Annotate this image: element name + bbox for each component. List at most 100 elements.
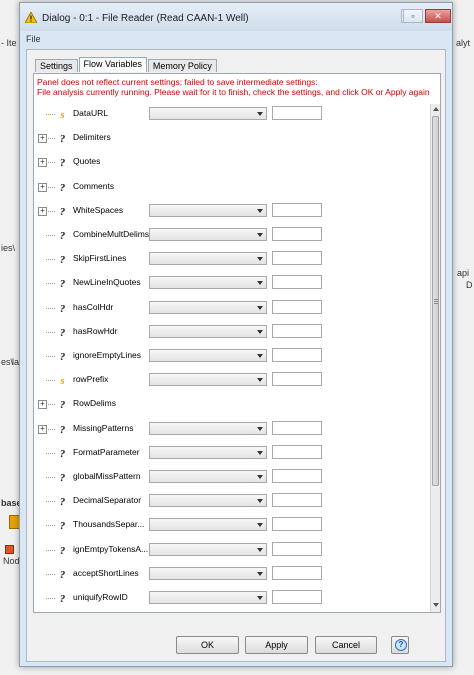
- flow-variable-row: ? globalMissPattern: [34, 467, 429, 487]
- flow-variable-label: hasColHdr: [73, 301, 114, 312]
- background-text: api: [457, 268, 470, 278]
- tab-memory-policy[interactable]: Memory Policy: [147, 59, 217, 72]
- flow-variable-row: ? uniquifyRowID: [34, 588, 429, 608]
- unknown-type-icon: ?: [60, 593, 66, 605]
- variable-select[interactable]: [149, 494, 267, 508]
- variable-select[interactable]: [149, 445, 267, 459]
- flow-variable-row: ? FormatParameter: [34, 443, 429, 463]
- exposed-variable-field[interactable]: [272, 323, 322, 338]
- svg-text:?: ?: [60, 351, 66, 363]
- scroll-up-arrow-icon[interactable]: [433, 107, 439, 111]
- flow-variable-label: MissingPatterns: [73, 422, 134, 433]
- window-title: Dialog - 0:1 - File Reader (Read CAAN-1 …: [42, 13, 249, 24]
- tab-flow-variables[interactable]: Flow Variables: [78, 57, 147, 72]
- unknown-type-icon: ?: [60, 520, 66, 532]
- svg-text:s: s: [59, 375, 64, 387]
- help-button[interactable]: ?: [391, 636, 409, 654]
- variable-select[interactable]: [149, 324, 267, 338]
- exposed-variable-field[interactable]: [272, 251, 322, 266]
- variable-select[interactable]: [149, 349, 267, 362]
- variable-select[interactable]: [149, 203, 267, 217]
- menu-file[interactable]: File: [26, 34, 41, 44]
- exposed-variable-field[interactable]: [272, 469, 322, 483]
- file-reader-dialog: Dialog - 0:1 - File Reader (Read CAAN-1 …: [19, 2, 453, 667]
- exposed-variable-field[interactable]: [272, 202, 322, 217]
- unknown-type-icon: ?: [60, 157, 66, 169]
- exposed-variable-field[interactable]: [272, 517, 322, 532]
- restore-button[interactable]: ▫: [403, 9, 423, 23]
- tree-connector: [46, 235, 55, 236]
- variable-select[interactable]: [149, 300, 267, 314]
- svg-text:?: ?: [60, 230, 66, 242]
- tab-settings[interactable]: Settings: [35, 59, 78, 72]
- svg-text:?: ?: [60, 206, 66, 218]
- close-button[interactable]: ✕: [425, 9, 451, 23]
- flow-variable-label: hasRowHdr: [73, 325, 118, 336]
- title-bar[interactable]: Dialog - 0:1 - File Reader (Read CAAN-1 …: [20, 3, 452, 31]
- variable-select[interactable]: [149, 228, 267, 241]
- flow-variable-label: ignoreEmptyLines: [73, 350, 142, 360]
- exposed-variable-field[interactable]: [272, 590, 322, 604]
- flow-variable-row: s rowPrefix: [34, 370, 429, 390]
- warning-icon: [25, 12, 37, 23]
- exposed-variable-field[interactable]: [272, 348, 322, 362]
- cancel-button[interactable]: Cancel: [315, 636, 377, 654]
- variable-select[interactable]: [149, 276, 267, 290]
- flow-variable-label: ignEmtpyTokensA...: [73, 543, 149, 554]
- vertical-scrollbar[interactable]: [430, 104, 440, 612]
- scrollbar-thumb[interactable]: [432, 116, 439, 486]
- flow-variable-row: ? ignoreEmptyLines: [34, 346, 429, 366]
- tree-connector: [46, 283, 55, 285]
- svg-text:?: ?: [60, 157, 66, 169]
- scroll-down-arrow-icon[interactable]: [433, 603, 439, 607]
- ok-button[interactable]: OK: [176, 636, 239, 654]
- variable-select[interactable]: [149, 252, 267, 266]
- chevron-down-icon: [257, 257, 263, 262]
- tab-bar: Settings Flow Variables Memory Policy: [35, 57, 218, 73]
- exposed-variable-field[interactable]: [272, 565, 322, 580]
- tree-connector: [46, 162, 55, 164]
- chevron-down-icon: [257, 281, 263, 286]
- exposed-variable-field[interactable]: [272, 299, 322, 314]
- variable-select[interactable]: [149, 542, 267, 556]
- exposed-variable-field[interactable]: [272, 420, 322, 435]
- apply-button[interactable]: Apply: [245, 636, 308, 654]
- flow-variable-row: ? acceptShortLines: [34, 564, 429, 584]
- exposed-variable-field[interactable]: [272, 372, 322, 387]
- unknown-type-icon: ?: [60, 351, 66, 363]
- exposed-variable-field[interactable]: [272, 227, 322, 241]
- flow-variable-label: DecimalSeparator: [73, 495, 142, 506]
- unknown-type-icon: ?: [60, 472, 66, 484]
- exposed-variable-field[interactable]: [272, 106, 322, 120]
- tree-connector: [46, 404, 55, 406]
- variable-select[interactable]: [149, 107, 267, 120]
- svg-text:?: ?: [60, 133, 66, 145]
- variable-select[interactable]: [149, 470, 267, 483]
- tree-connector: [46, 186, 55, 188]
- tree-connector: [46, 428, 55, 430]
- variable-select[interactable]: [149, 591, 267, 604]
- exposed-variable-field[interactable]: [272, 541, 322, 556]
- tree-connector: [46, 573, 55, 575]
- chevron-down-icon: [257, 523, 263, 528]
- flow-variable-label: Comments: [73, 180, 115, 191]
- exposed-variable-field[interactable]: [272, 493, 322, 508]
- tree-connector: [46, 138, 55, 140]
- variable-select[interactable]: [149, 566, 267, 580]
- unknown-type-icon: ?: [60, 448, 66, 460]
- variable-select[interactable]: [149, 373, 267, 387]
- exposed-variable-field[interactable]: [272, 275, 322, 290]
- svg-text:?: ?: [60, 545, 66, 557]
- flow-variable-label: FormatParameter: [73, 446, 140, 457]
- svg-text:?: ?: [60, 472, 66, 484]
- chevron-down-icon: [257, 499, 263, 504]
- variable-select[interactable]: [149, 421, 267, 435]
- chevron-down-icon: [257, 596, 263, 600]
- tree-connector: [46, 307, 55, 309]
- error-message: File analysis currently running. Please …: [37, 87, 430, 97]
- flow-variable-row: +? RowDelims: [34, 394, 429, 414]
- exposed-variable-field[interactable]: [272, 444, 322, 459]
- unknown-type-icon: ?: [60, 278, 66, 290]
- chevron-down-icon: [257, 233, 263, 237]
- variable-select[interactable]: [149, 518, 267, 532]
